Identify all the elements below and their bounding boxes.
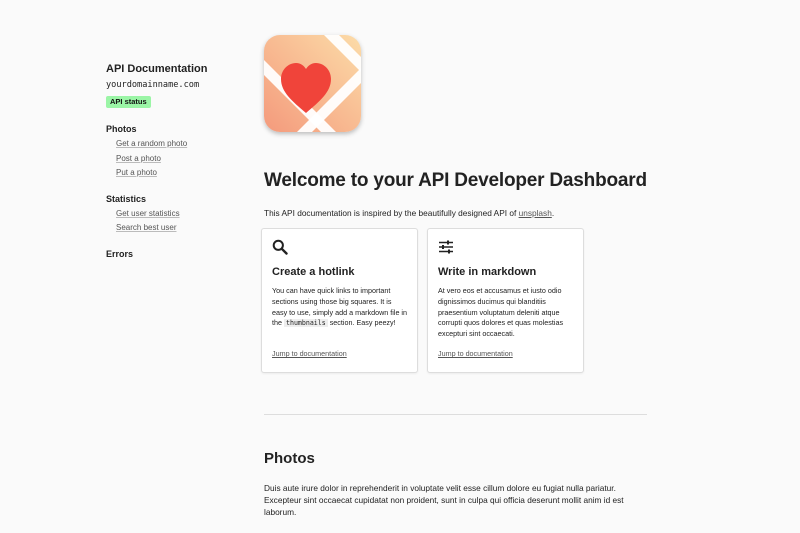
- sidebar-link-post-photo[interactable]: Post a photo: [116, 154, 246, 165]
- code-snippet: thumbnails: [284, 319, 328, 328]
- card-title: Create a hotlink: [272, 266, 355, 278]
- card-text: You can have quick links to important se…: [272, 286, 408, 329]
- unsplash-link[interactable]: unsplash: [519, 208, 552, 218]
- page: API Documentation yourdomainname.com API…: [0, 0, 800, 533]
- card-text-part: section. Easy peezy!: [327, 318, 396, 328]
- main-content: Welcome to your API Developer Dashboard …: [261, 35, 648, 374]
- intro-prefix: This API documentation is inspired by th…: [264, 208, 519, 218]
- heart-map-icon: [264, 35, 361, 132]
- sidebar-section-title[interactable]: Statistics: [106, 194, 246, 205]
- sliders-icon: [439, 240, 453, 254]
- page-title: Welcome to your API Developer Dashboard: [264, 170, 647, 191]
- section-description: Duis aute irure dolor in reprehenderit i…: [264, 483, 624, 518]
- sidebar-section-errors: Errors: [106, 249, 246, 260]
- card-text: At vero eos et accusamus et iusto odio d…: [438, 286, 564, 339]
- section-title-photos: Photos: [264, 450, 315, 467]
- sidebar-link-get-random-photo[interactable]: Get a random photo: [116, 139, 246, 150]
- sidebar-link-get-user-statistics[interactable]: Get user statistics: [116, 209, 246, 220]
- sidebar-section-title[interactable]: Photos: [106, 124, 246, 135]
- search-icon: [272, 239, 288, 255]
- card-title: Write in markdown: [438, 266, 537, 278]
- sidebar-domain: yourdomainname.com: [106, 80, 200, 90]
- intro-text: This API documentation is inspired by th…: [264, 207, 648, 219]
- sidebar-link-search-best-user[interactable]: Search best user: [116, 223, 246, 234]
- sidebar-link-put-photo[interactable]: Put a photo: [116, 168, 246, 179]
- sidebar-section-statistics: Statistics Get user statistics Search be…: [106, 194, 246, 234]
- hotlink-cards: Create a hotlink You can have quick link…: [261, 228, 648, 374]
- sidebar-section-photos: Photos Get a random photo Post a photo P…: [106, 124, 246, 179]
- jump-to-documentation-link[interactable]: Jump to documentation: [272, 349, 347, 358]
- card-write-markdown[interactable]: Write in markdown At vero eos et accusam…: [427, 228, 584, 373]
- card-create-hotlink[interactable]: Create a hotlink You can have quick link…: [261, 228, 418, 373]
- sidebar-title: API Documentation: [106, 63, 208, 75]
- api-status-badge[interactable]: API status: [106, 96, 151, 108]
- app-logo: [264, 35, 361, 132]
- jump-to-documentation-link[interactable]: Jump to documentation: [438, 349, 513, 358]
- sidebar-section-title[interactable]: Errors: [106, 249, 246, 260]
- intro-suffix: .: [551, 208, 555, 218]
- section-divider: [264, 414, 647, 415]
- sidebar: API Documentation yourdomainname.com API…: [106, 62, 246, 260]
